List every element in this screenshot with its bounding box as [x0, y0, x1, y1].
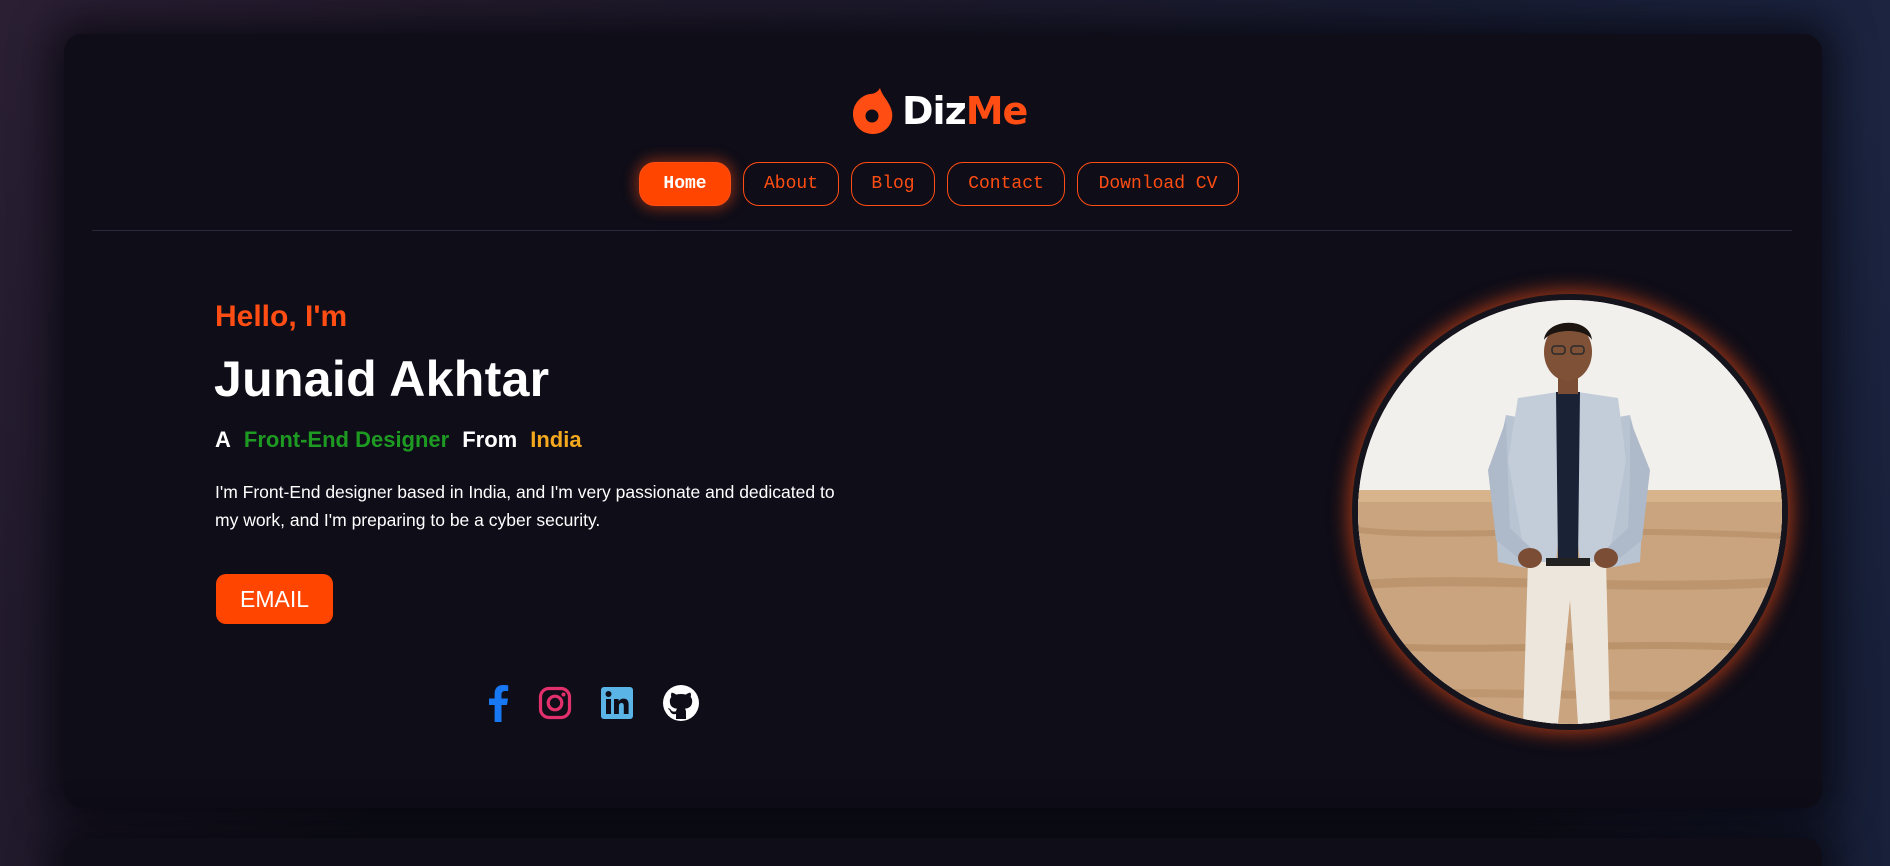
intro-description: I'm Front-End designer based in India, a… [215, 482, 835, 530]
nav-home[interactable]: Home [639, 162, 731, 206]
next-section-card [64, 838, 1822, 866]
github-icon [663, 685, 699, 721]
brand-name-part1: Diz [902, 89, 967, 133]
greeting: Hello, I'm [215, 300, 348, 333]
brand-name-part2: Me [965, 89, 1029, 133]
tagline-middle: From [462, 427, 518, 452]
linkedin-link[interactable] [600, 686, 634, 720]
flame-drop-icon [853, 88, 893, 134]
email-button[interactable]: EMAIL [216, 574, 333, 624]
nav-download-cv[interactable]: Download CV [1077, 162, 1239, 206]
tagline: A Front-End Designer From India [215, 427, 582, 453]
instagram-icon [538, 686, 572, 720]
linkedin-icon [601, 687, 633, 719]
nav-contact[interactable]: Contact [947, 162, 1065, 206]
facebook-link[interactable] [486, 684, 510, 722]
profile-photo-frame [1352, 294, 1788, 730]
instagram-link[interactable] [538, 686, 572, 720]
brand-name: DizMe [902, 89, 1029, 133]
social-links [486, 684, 700, 722]
tagline-role: Front-End Designer [243, 427, 450, 452]
profile-photo [1358, 300, 1782, 724]
brand-logo[interactable]: DizMe [852, 86, 1029, 136]
tagline-country: India [530, 427, 582, 452]
tagline-prefix: A [215, 427, 231, 452]
facebook-icon [489, 685, 509, 722]
nav-about[interactable]: About [743, 162, 839, 206]
person-name: Junaid Akhtar [214, 351, 550, 407]
header-divider [92, 230, 1792, 231]
github-link[interactable] [662, 684, 700, 722]
main-nav: Home About Blog Contact Download CV [639, 162, 1239, 206]
nav-blog[interactable]: Blog [851, 162, 935, 206]
